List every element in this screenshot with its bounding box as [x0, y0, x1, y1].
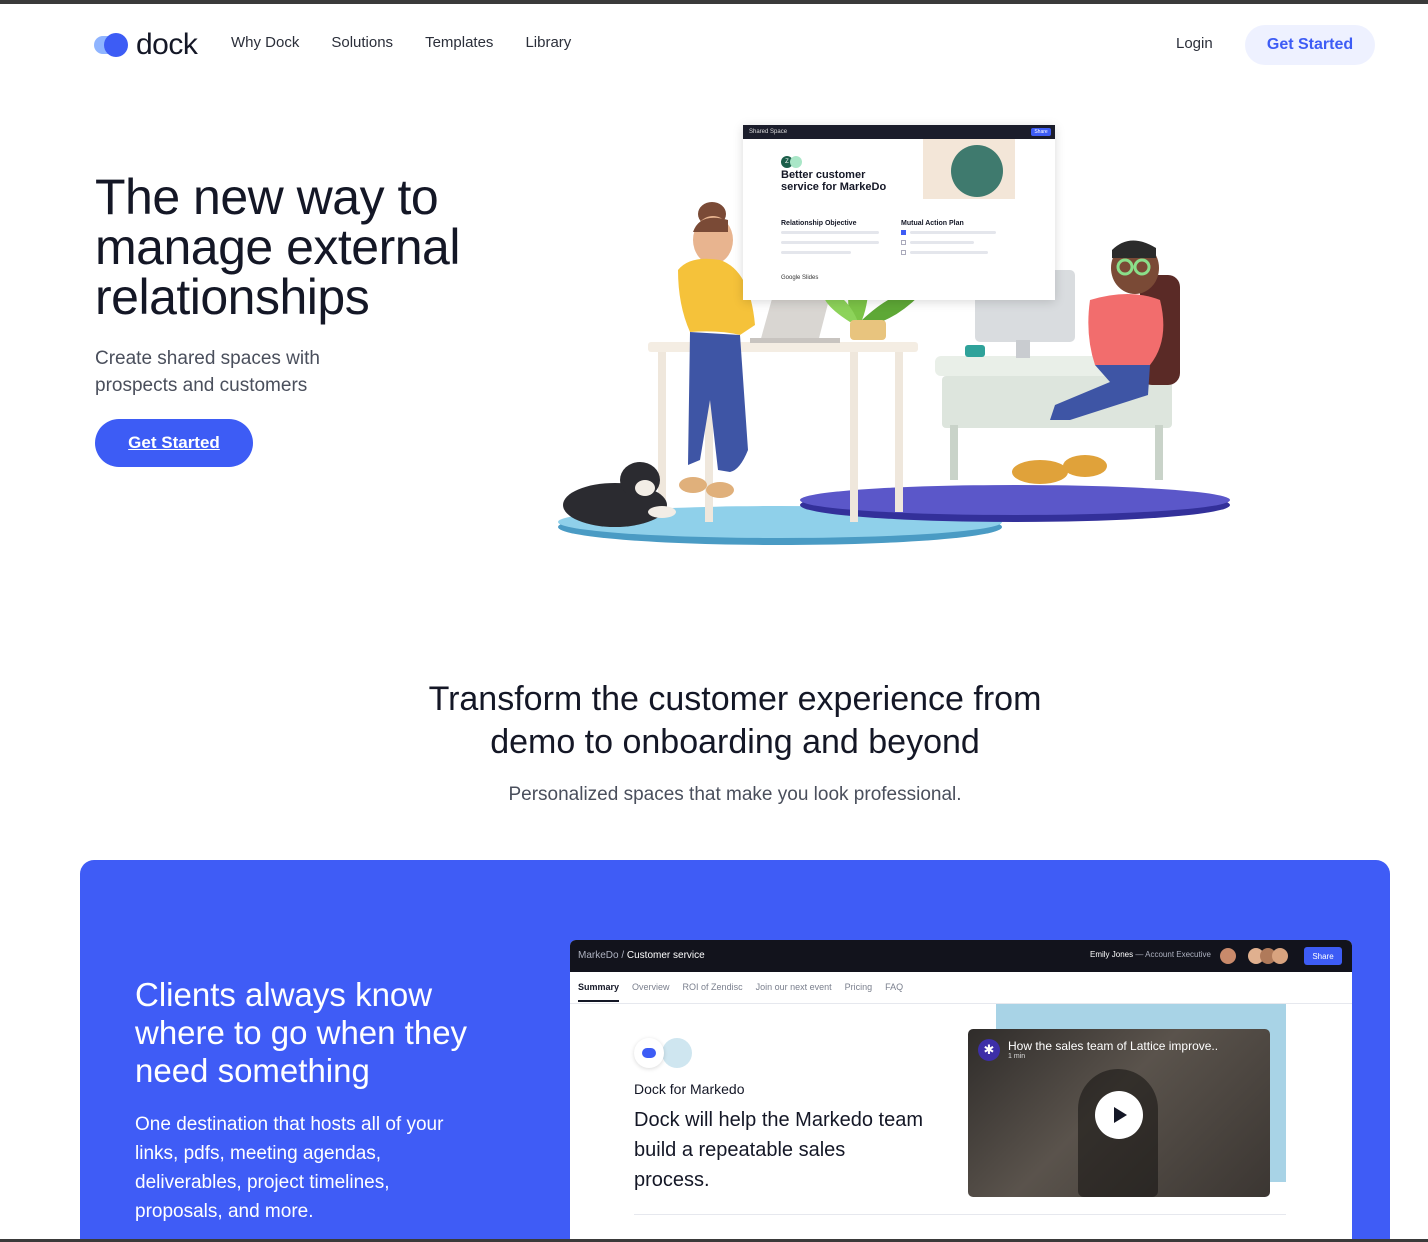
app-company-name: Dock for Markedo — [634, 1081, 745, 1097]
logo-text: dock — [136, 28, 198, 61]
preview-line — [910, 231, 996, 234]
preview-footer-google-slides: Google Slides — [781, 275, 819, 281]
section-title: Transform the customer experience from d… — [428, 680, 1042, 761]
preview-line — [781, 241, 879, 244]
content-divider — [634, 1214, 1286, 1215]
preview-line — [781, 231, 879, 234]
preview-title-bar: Shared Space Share — [743, 125, 1055, 139]
nav-links: Why Dock Solutions Templates Library — [231, 34, 571, 51]
preview-bar-label: Shared Space — [749, 129, 788, 135]
app-headline: Dock will help the Markedo team build a … — [634, 1109, 924, 1191]
app-screenshot: MarkeDo / Customer service Emily Jones —… — [570, 940, 1352, 1242]
tab-pricing[interactable]: Pricing — [845, 982, 873, 1002]
preview-line — [781, 251, 851, 254]
tab-overview[interactable]: Overview — [632, 982, 670, 1002]
hero-subtitle: Create shared spaces with prospects and … — [95, 348, 320, 396]
login-link[interactable]: Login — [1176, 35, 1213, 52]
preview-share-button: Share — [1031, 128, 1051, 136]
nav-get-started-button[interactable]: Get Started — [1245, 25, 1375, 65]
feature-panel: Clients always know where to go when the… — [80, 860, 1390, 1242]
breadcrumb-current: Customer service — [624, 950, 705, 961]
tab-summary[interactable]: Summary — [578, 982, 620, 1002]
app-title-bar: MarkeDo / Customer service Emily Jones —… — [570, 940, 1352, 972]
hero-get-started-button[interactable]: Get Started — [95, 419, 253, 467]
nav-link-templates[interactable]: Templates — [425, 34, 493, 51]
hero-title: The new way to manage external relations… — [95, 169, 460, 325]
hero-illustration: Shared Space Share Z Better customer ser… — [550, 120, 1240, 560]
tab-roi-of-zendisc[interactable]: ROI of Zendisc — [683, 982, 743, 1002]
tab-faq[interactable]: FAQ — [885, 982, 903, 1002]
dock-logo-icon — [94, 32, 128, 58]
feature-description: One destination that hosts all of your l… — [135, 1114, 444, 1222]
nav-link-why-dock[interactable]: Why Dock — [231, 34, 299, 51]
breadcrumb-parent: MarkeDo / — [578, 950, 625, 961]
shared-space-preview: Shared Space Share Z Better customer ser… — [743, 125, 1055, 300]
dock-logo[interactable]: dock — [94, 28, 198, 61]
preview-checkbox — [901, 240, 906, 245]
dock-logo-badge — [634, 1038, 664, 1068]
preview-checkbox — [901, 250, 906, 255]
preview-line — [910, 251, 988, 254]
app-breadcrumb: MarkeDo / Customer service — [578, 950, 705, 961]
play-icon[interactable] — [1095, 1091, 1143, 1139]
preview-line — [910, 241, 974, 244]
app-tabs: Summary Overview ROI of Zendisc Join our… — [578, 982, 903, 1002]
section-subtitle: Personalized spaces that make you look p… — [508, 784, 962, 805]
preview-col-action-plan: Mutual Action Plan — [901, 220, 964, 227]
preview-title: Better customer service for MarkeDo — [781, 169, 887, 193]
feature-title: Clients always know where to go when the… — [135, 976, 468, 1089]
nav-link-library[interactable]: Library — [525, 34, 571, 51]
video-title: How the sales team of Lattice improve.. — [1008, 1039, 1219, 1053]
user-avatar — [1220, 948, 1236, 964]
top-navigation: dock Why Dock Solutions Templates Librar… — [0, 4, 1428, 84]
preview-decorative-circle — [951, 145, 1003, 197]
lattice-logo-icon: ✱ — [978, 1039, 1000, 1061]
user-role: — Account Executive — [1133, 950, 1211, 959]
preview-col-objective: Relationship Objective — [781, 220, 857, 227]
video-player[interactable]: ✱ How the sales team of Lattice improve.… — [968, 1029, 1270, 1197]
app-user-info: Emily Jones — Account Executive — [1090, 950, 1211, 959]
user-name: Emily Jones — [1090, 950, 1134, 959]
preview-partner-avatar — [790, 156, 802, 168]
nav-link-solutions[interactable]: Solutions — [331, 34, 393, 51]
app-share-button[interactable]: Share — [1304, 947, 1342, 965]
collaborator-avatar — [1272, 948, 1288, 964]
markedo-logo — [662, 1038, 692, 1068]
preview-checkbox-checked — [901, 230, 906, 235]
video-duration: 1 min — [1008, 1053, 1026, 1060]
tab-join-next-event[interactable]: Join our next event — [756, 982, 832, 1002]
